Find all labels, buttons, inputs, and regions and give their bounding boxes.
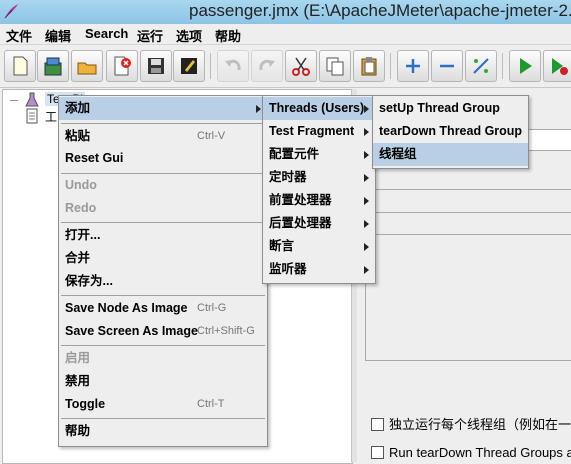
toolbar-separator [502, 53, 503, 79]
checkbox[interactable] [371, 446, 384, 459]
submenu-item-timer[interactable]: 定时器 [263, 166, 375, 189]
workbench-icon [26, 108, 38, 124]
submenu-item-setup-thread-group[interactable]: setUp Thread Group [373, 97, 528, 120]
save-as-button[interactable] [173, 50, 205, 82]
submenu-item-threads[interactable]: Threads (Users) [263, 97, 375, 120]
templates-icon [44, 57, 62, 76]
paste-icon [361, 57, 377, 76]
menu-item-reset-gui[interactable]: Reset Gui [59, 147, 267, 170]
menu-bar: 文件 编辑 Search 运行 选项 帮助 [0, 24, 571, 45]
submenu-item-assertions[interactable]: 断言 [263, 235, 375, 258]
comments-field[interactable] [365, 189, 571, 213]
collapse-all-button[interactable] [431, 50, 463, 82]
title-bar: passenger.jmx (E:\ApacheJMeter\apache-jm… [0, 0, 571, 24]
menu-search[interactable]: Search [85, 26, 128, 41]
menu-item-add[interactable]: 添加 [59, 97, 267, 120]
chevron-right-icon [364, 174, 369, 182]
start-icon [520, 58, 532, 74]
save-as-icon [181, 58, 197, 74]
start-no-pause-button[interactable] [543, 50, 571, 82]
menu-item-disable[interactable]: 禁用 [59, 370, 267, 393]
toggle-button[interactable] [465, 50, 497, 82]
submenu-item-config-element[interactable]: 配置元件 [263, 143, 375, 166]
close-file-icon [114, 56, 131, 76]
start-no-pause-icon [552, 58, 568, 75]
menu-item-paste[interactable]: 粘贴 Ctrl-V [59, 125, 267, 148]
redo-icon [259, 59, 275, 71]
new-button[interactable] [4, 50, 36, 82]
open-icon [77, 62, 97, 75]
tree-node-workbench[interactable]: 工 [45, 108, 57, 125]
chevron-right-icon [364, 151, 369, 159]
close-file-button[interactable] [106, 50, 138, 82]
checkbox[interactable] [371, 418, 384, 431]
menu-item-enable[interactable]: 启用 [59, 347, 267, 370]
checkbox-label: 独立运行每个线程组（例如在一个 [389, 417, 571, 432]
copy-button[interactable] [319, 50, 351, 82]
chevron-right-icon [364, 220, 369, 228]
start-button[interactable] [509, 50, 541, 82]
copy-icon [326, 57, 344, 76]
save-icon [148, 58, 164, 74]
jmeter-feather-icon [4, 4, 18, 19]
open-button[interactable] [71, 50, 103, 82]
submenu-item-post-processors[interactable]: 后置处理器 [263, 212, 375, 235]
menu-run[interactable]: 运行 [137, 26, 163, 45]
cut-icon [292, 57, 310, 76]
submenu-item-pre-processors[interactable]: 前置处理器 [263, 189, 375, 212]
menu-item-save-node-as-image[interactable]: Save Node As Image Ctrl-G [59, 297, 267, 320]
save-button[interactable] [140, 50, 172, 82]
expand-all-button[interactable] [397, 50, 429, 82]
submenu-item-thread-group[interactable]: 线程组 [373, 143, 528, 166]
menu-item-open[interactable]: 打开... [59, 224, 267, 247]
run-thread-groups-consecutively-row[interactable]: 独立运行每个线程组（例如在一个 [371, 414, 571, 433]
menu-help[interactable]: 帮助 [215, 26, 241, 45]
redo-button[interactable] [251, 50, 283, 82]
menu-file[interactable]: 文件 [6, 26, 32, 45]
menu-item-help[interactable]: 帮助 [59, 420, 267, 443]
toolbar [0, 45, 571, 88]
templates-button[interactable] [37, 50, 69, 82]
add-submenu: Threads (Users) Test Fragment 配置元件 定时器 前… [262, 95, 376, 284]
chevron-right-icon [256, 105, 261, 113]
submenu-item-listener[interactable]: 监听器 [263, 258, 375, 281]
menu-item-undo[interactable]: Undo [59, 174, 267, 197]
menu-edit[interactable]: 编辑 [45, 26, 71, 45]
checkbox-label: Run tearDown Thread Groups aft [389, 445, 571, 460]
flask-icon [25, 92, 39, 107]
chevron-right-icon [364, 105, 369, 113]
undo-button[interactable] [217, 50, 249, 82]
menu-item-redo[interactable]: Redo [59, 197, 267, 220]
collapse-icon [440, 64, 454, 68]
menu-item-save-screen-as-image[interactable]: Save Screen As Image Ctrl+Shift-G [59, 320, 267, 343]
paste-button[interactable] [353, 50, 385, 82]
user-variables-table[interactable] [365, 234, 571, 361]
chevron-right-icon [364, 266, 369, 274]
context-menu: 添加 粘贴 Ctrl-V Reset Gui Undo Redo 打开... 合并… [58, 95, 268, 447]
toolbar-separator [390, 53, 391, 79]
run-teardown-row[interactable]: Run tearDown Thread Groups aft [371, 445, 571, 460]
new-icon [13, 56, 28, 76]
chevron-right-icon [364, 243, 369, 251]
chevron-right-icon [364, 128, 369, 136]
toolbar-separator [210, 53, 211, 79]
chevron-right-icon [364, 197, 369, 205]
menu-item-merge[interactable]: 合并 [59, 247, 267, 270]
threads-submenu: setUp Thread Group tearDown Thread Group… [372, 95, 529, 169]
cut-button[interactable] [285, 50, 317, 82]
submenu-item-teardown-thread-group[interactable]: tearDown Thread Group [373, 120, 528, 143]
menu-item-save-as[interactable]: 保存为... [59, 270, 267, 293]
menu-options[interactable]: 选项 [176, 26, 202, 45]
window-title: passenger.jmx (E:\ApacheJMeter\apache-jm… [189, 1, 571, 20]
menu-item-toggle[interactable]: Toggle Ctrl-T [59, 393, 267, 416]
expand-icon [406, 59, 420, 73]
undo-icon [225, 59, 241, 71]
submenu-item-test-fragment[interactable]: Test Fragment [263, 120, 375, 143]
toggle-icon [473, 58, 489, 74]
